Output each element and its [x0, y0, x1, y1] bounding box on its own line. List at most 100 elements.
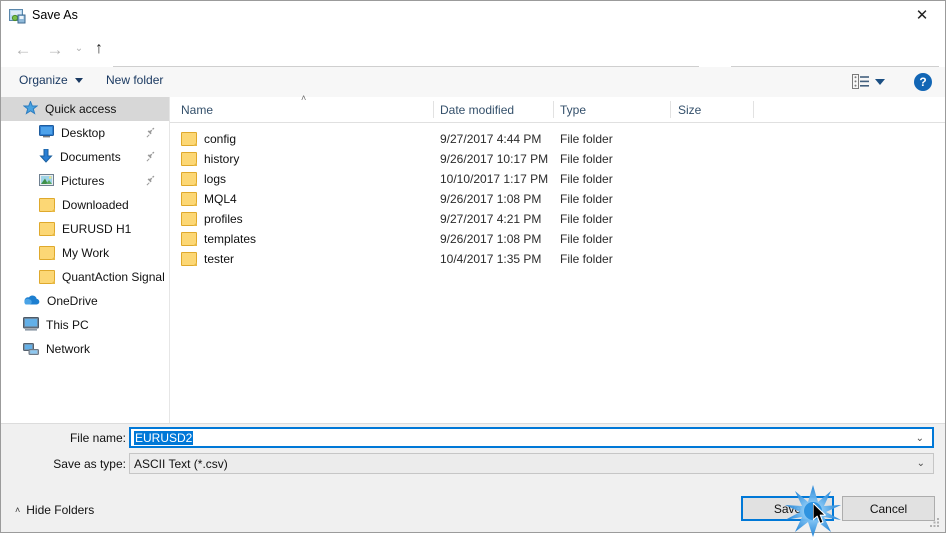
save-button-label: Save: [773, 501, 802, 516]
file-name-text: MQL4: [204, 192, 237, 206]
file-name-cell: tester: [181, 252, 234, 266]
view-dropdown-icon[interactable]: [875, 79, 885, 85]
date-modified-cell: 10/4/2017 1:35 PM: [440, 252, 542, 266]
save-as-type-value: ASCII Text (*.csv): [134, 456, 228, 471]
sidebar-item-label: QuantAction Signal: [62, 270, 165, 284]
table-row[interactable]: history 9/26/2017 10:17 PM File folder: [170, 149, 945, 169]
folder-icon: [39, 222, 55, 236]
type-cell: File folder: [560, 192, 613, 206]
pin-icon[interactable]: [146, 151, 157, 162]
column-divider[interactable]: [670, 101, 671, 118]
folder-icon: [39, 246, 55, 260]
column-divider[interactable]: [433, 101, 434, 118]
file-name-input[interactable]: EURUSD2 ⌄: [129, 427, 934, 448]
help-button[interactable]: ?: [914, 73, 932, 91]
sidebar-item-pictures[interactable]: Pictures: [1, 169, 169, 193]
file-list-pane: ˄ Name Date modified Type Size config 9/2…: [170, 93, 945, 423]
file-name-cell: history: [181, 152, 239, 166]
table-row[interactable]: MQL4 9/26/2017 1:08 PM File folder: [170, 189, 945, 209]
file-name-text: tester: [204, 252, 235, 266]
file-name-cell: config: [181, 132, 236, 146]
table-row[interactable]: config 9/27/2017 4:44 PM File folder: [170, 129, 945, 149]
window-title: Save As: [32, 8, 78, 22]
sidebar-item-onedrive[interactable]: OneDrive: [1, 289, 169, 313]
sidebar-item-quantaction-signal[interactable]: QuantAction Signal: [1, 265, 169, 289]
hide-folders-button[interactable]: ˄ Hide Folders: [15, 503, 94, 517]
pin-icon[interactable]: [146, 175, 157, 186]
type-cell: File folder: [560, 132, 613, 146]
desktop-icon: [39, 125, 54, 141]
folder-icon: [181, 192, 197, 206]
sidebar-item-network[interactable]: Network: [1, 337, 169, 361]
column-divider[interactable]: [553, 101, 554, 118]
column-header-size[interactable]: Size: [678, 103, 701, 117]
new-folder-button[interactable]: New folder: [106, 73, 163, 87]
save-as-type-select[interactable]: ASCII Text (*.csv) ⌄: [129, 453, 934, 474]
resize-grip[interactable]: [930, 518, 941, 529]
forward-arrow-icon: →: [46, 39, 64, 59]
date-modified-cell: 9/27/2017 4:44 PM: [440, 132, 542, 146]
type-cell: File folder: [560, 172, 613, 186]
chevron-down-icon[interactable]: ⌄: [916, 433, 924, 444]
sidebar-item-label: Quick access: [45, 102, 117, 116]
sort-ascending-icon: ˄: [301, 93, 307, 103]
sidebar-item-label: EURUSD H1: [62, 222, 132, 236]
hide-folders-label: Hide Folders: [26, 503, 95, 517]
file-name-label: File name:: [69, 431, 126, 445]
close-icon: ✕: [915, 6, 929, 24]
chevron-down-icon: ⌄: [74, 43, 84, 54]
file-rows: config 9/27/2017 4:44 PM File folder histor…: [170, 123, 945, 269]
type-cell: File folder: [560, 212, 613, 226]
back-button[interactable]: ←: [9, 35, 37, 63]
sidebar-item-quick-access[interactable]: Quick access: [1, 97, 169, 121]
table-row[interactable]: tester 10/4/2017 1:35 PM File folder: [170, 249, 945, 269]
sidebar-item-label: My Work: [62, 246, 110, 260]
folder-icon: [39, 198, 55, 212]
file-name-text: history: [204, 152, 240, 166]
cancel-button[interactable]: Cancel: [842, 496, 935, 521]
sidebar-item-my-work[interactable]: My Work: [1, 241, 169, 265]
sidebar-item-label: This PC: [46, 318, 89, 332]
table-row[interactable]: logs 10/10/2017 1:17 PM File folder: [170, 169, 945, 189]
sidebar-item-label: OneDrive: [47, 294, 98, 308]
chevron-down-icon[interactable]: ⌄: [917, 458, 925, 469]
back-arrow-icon: ←: [14, 39, 32, 59]
column-header-date-modified[interactable]: Date modified: [440, 103, 514, 117]
view-layout-icon[interactable]: [852, 74, 870, 89]
folder-icon: [181, 152, 197, 166]
type-cell: File folder: [560, 232, 613, 246]
sidebar-item-desktop[interactable]: Desktop: [1, 121, 169, 145]
pin-icon[interactable]: [146, 127, 157, 138]
folder-icon: [181, 212, 197, 226]
sidebar-item-label: Documents: [60, 150, 121, 164]
date-modified-cell: 9/26/2017 1:08 PM: [440, 232, 542, 246]
table-row[interactable]: templates 9/26/2017 1:08 PM File folder: [170, 229, 945, 249]
up-arrow-icon: ↑: [95, 40, 103, 57]
column-header-type[interactable]: Type: [560, 103, 586, 117]
file-name-text: profiles: [204, 212, 243, 226]
file-name-cell: templates: [181, 232, 256, 246]
save-as-icon: [9, 8, 26, 24]
forward-button[interactable]: →: [41, 35, 69, 63]
cancel-button-label: Cancel: [869, 501, 908, 516]
sidebar-item-eurusd-h1[interactable]: EURUSD H1: [1, 217, 169, 241]
navigation-bar: ← → ⌄ ↑ « Roaming›MetaQuotes›Terminal›91…: [1, 31, 945, 89]
sidebar-item-downloaded[interactable]: Downloaded: [1, 193, 169, 217]
type-cell: File folder: [560, 252, 613, 266]
onedrive-cloud-icon: [23, 294, 40, 309]
sidebar-item-this-pc[interactable]: This PC: [1, 313, 169, 337]
this-pc-icon: [23, 316, 39, 334]
close-button[interactable]: ✕: [899, 1, 945, 30]
column-header-name[interactable]: Name: [181, 103, 213, 117]
date-modified-cell: 9/26/2017 10:17 PM: [440, 152, 549, 166]
sidebar-item-documents[interactable]: Documents: [1, 145, 169, 169]
date-modified-cell: 9/26/2017 1:08 PM: [440, 192, 542, 206]
up-one-level-button[interactable]: ↑: [85, 35, 113, 63]
column-divider[interactable]: [753, 101, 754, 118]
table-row[interactable]: profiles 9/27/2017 4:21 PM File folder: [170, 209, 945, 229]
folder-icon: [181, 172, 197, 186]
save-button[interactable]: Save: [741, 496, 834, 521]
folder-icon: [181, 232, 197, 246]
organize-button[interactable]: Organize: [19, 73, 68, 87]
file-name-text: templates: [204, 232, 257, 246]
